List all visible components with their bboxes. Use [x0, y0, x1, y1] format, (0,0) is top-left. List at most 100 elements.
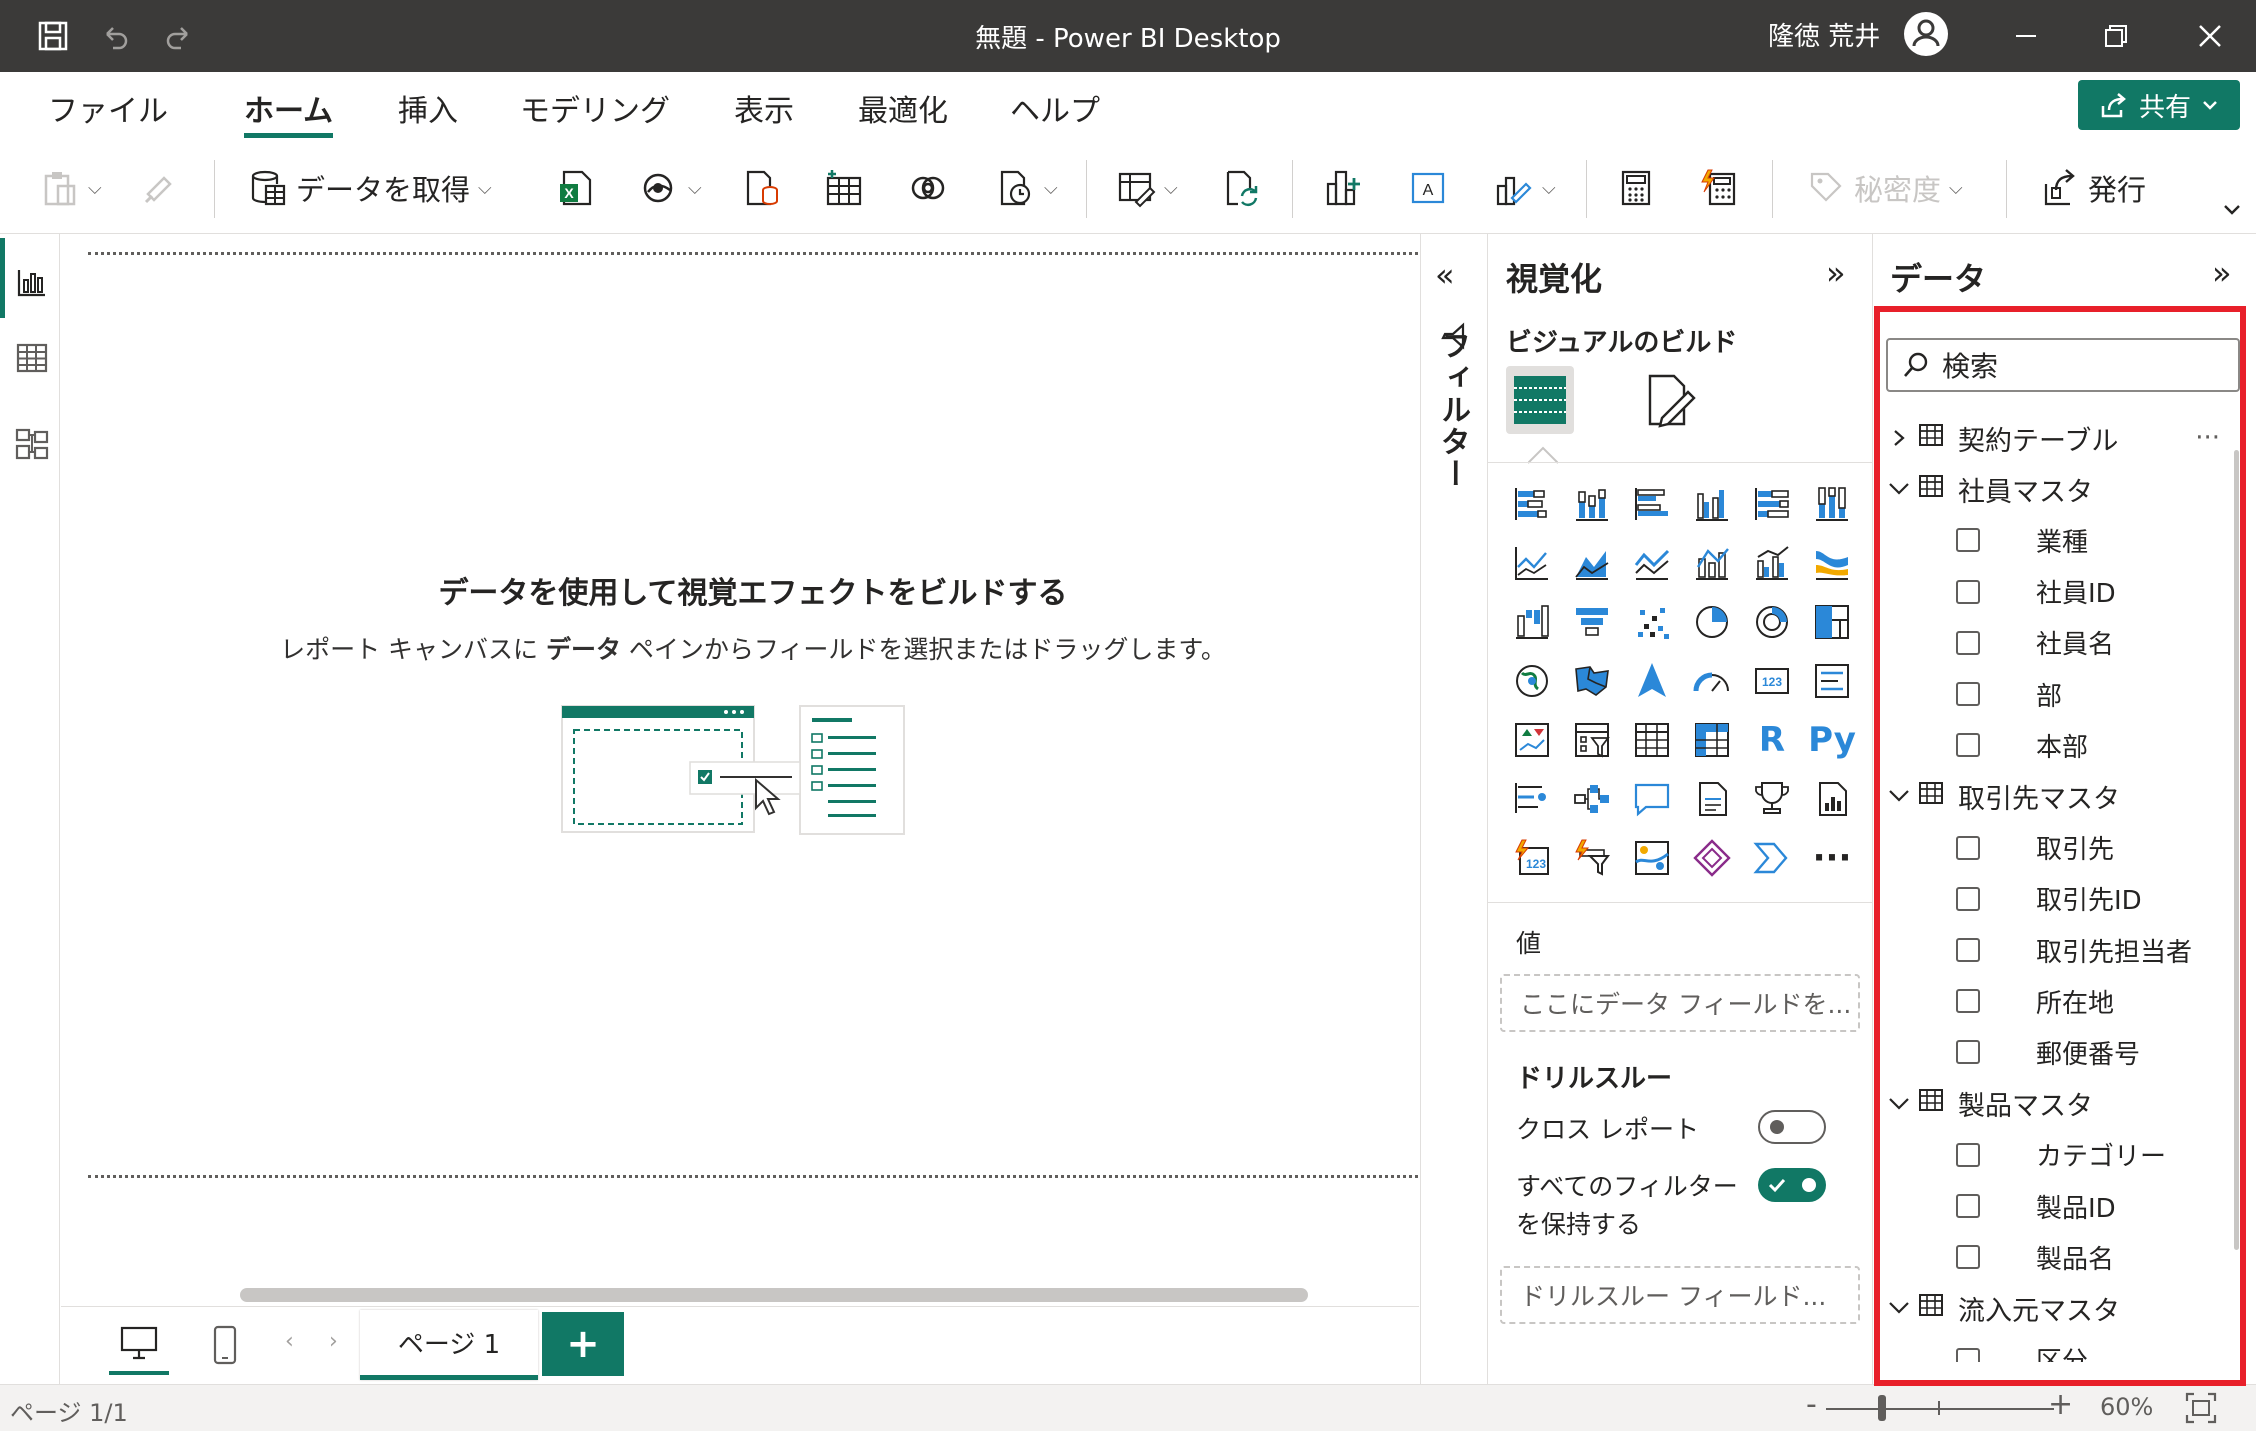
field-item[interactable]: 区分: [1886, 1340, 2226, 1362]
collapse-data-icon[interactable]: »: [2212, 254, 2232, 292]
format-visual-tab[interactable]: [1640, 370, 1700, 430]
filled-map-icon[interactable]: [1568, 657, 1616, 705]
donut-icon[interactable]: [1748, 598, 1796, 646]
chevron-visual-icon[interactable]: [1748, 834, 1796, 882]
pie-icon[interactable]: [1688, 598, 1736, 646]
text-box-button[interactable]: A: [1408, 162, 1448, 214]
azure-map-icon[interactable]: [1628, 657, 1676, 705]
diamond-visual-icon[interactable]: [1688, 834, 1736, 882]
field-item[interactable]: 部: [1886, 674, 2226, 714]
field-checkbox[interactable]: [1956, 733, 1980, 758]
field-item[interactable]: 取引先: [1886, 828, 2226, 868]
tab-insert[interactable]: 挿入: [398, 86, 458, 136]
page-prev-arrow-icon[interactable]: ‹: [285, 1329, 294, 1354]
table-icon[interactable]: [1628, 716, 1676, 764]
qa-icon[interactable]: [1628, 775, 1676, 823]
undo-icon[interactable]: [92, 14, 138, 58]
power-automate-icon[interactable]: [1568, 834, 1616, 882]
line-clustered-column-icon[interactable]: [1748, 539, 1796, 587]
share-button[interactable]: 共有: [2078, 80, 2240, 130]
field-checkbox[interactable]: [1956, 1347, 1980, 1362]
field-item[interactable]: 取引先ID: [1886, 879, 2226, 919]
line-chart-icon[interactable]: [1508, 539, 1556, 587]
avatar[interactable]: [1904, 12, 1948, 56]
paste-button[interactable]: ⌵: [40, 162, 102, 214]
clustered-column-icon[interactable]: [1688, 480, 1736, 528]
ribbon-chart-icon[interactable]: [1808, 539, 1856, 587]
matrix-icon[interactable]: [1688, 716, 1736, 764]
chevron-down-icon[interactable]: [1886, 1096, 1912, 1112]
field-checkbox[interactable]: [1956, 835, 1980, 860]
save-icon[interactable]: [30, 14, 76, 58]
new-measure-button[interactable]: [1616, 162, 1656, 214]
format-painter-button[interactable]: [140, 162, 180, 214]
drillthrough-dropzone[interactable]: ドリルスルー フィールド...: [1500, 1266, 1860, 1324]
minimize-button[interactable]: [1996, 10, 2056, 62]
chevron-down-icon[interactable]: [1886, 788, 1912, 804]
more-visuals-button[interactable]: ⌵: [1494, 162, 1556, 214]
line-column-icon[interactable]: [1688, 539, 1736, 587]
tab-view[interactable]: 表示: [734, 86, 794, 136]
more-visuals-icon[interactable]: ···: [1808, 834, 1856, 882]
add-page-button[interactable]: +: [542, 1312, 624, 1376]
refresh-button[interactable]: [1222, 162, 1262, 214]
paginated-report-icon[interactable]: [1808, 775, 1856, 823]
new-visual-button[interactable]: [1324, 162, 1364, 214]
field-checkbox[interactable]: [1956, 989, 1980, 1014]
field-checkbox[interactable]: [1956, 1040, 1980, 1065]
power-apps-icon[interactable]: 123: [1508, 834, 1556, 882]
waterfall-icon[interactable]: [1508, 598, 1556, 646]
quick-measure-button[interactable]: [1698, 162, 1738, 214]
kpi-icon[interactable]: [1508, 716, 1556, 764]
more-options-icon[interactable]: ···: [2195, 423, 2220, 453]
chevron-down-icon[interactable]: [1886, 1300, 1912, 1316]
tab-file[interactable]: ファイル: [48, 86, 168, 136]
data-pane-scrollbar[interactable]: [2234, 450, 2239, 1250]
field-checkbox[interactable]: [1956, 938, 1980, 962]
stacked-column-icon[interactable]: [1568, 480, 1616, 528]
stacked-bar-icon[interactable]: [1508, 480, 1556, 528]
table-node[interactable]: 契約テーブル ···: [1886, 418, 2226, 458]
decomposition-tree-icon[interactable]: [1568, 775, 1616, 823]
onelake-button[interactable]: ⌵: [640, 162, 702, 214]
clustered-bar-icon[interactable]: [1628, 480, 1676, 528]
arcgis-icon[interactable]: [1628, 834, 1676, 882]
enter-data-button[interactable]: [824, 162, 864, 214]
map-icon[interactable]: [1508, 657, 1556, 705]
field-item[interactable]: 取引先担当者: [1886, 930, 2226, 970]
mobile-layout-button[interactable]: [195, 1315, 255, 1375]
chevron-down-icon[interactable]: [1886, 481, 1912, 497]
field-item[interactable]: 所在地: [1886, 981, 2226, 1021]
field-checkbox[interactable]: [1956, 1245, 1980, 1270]
publish-button[interactable]: 発行: [2040, 162, 2146, 214]
desktop-layout-button[interactable]: [109, 1315, 169, 1375]
field-checkbox[interactable]: [1956, 1142, 1980, 1167]
zoom-slider[interactable]: [1826, 1408, 2054, 1410]
tab-help[interactable]: ヘルプ: [1010, 86, 1100, 136]
model-view-button[interactable]: [8, 420, 56, 468]
field-item[interactable]: 業種: [1886, 520, 2226, 560]
table-node[interactable]: 製品マスタ: [1886, 1084, 2226, 1124]
report-view-button[interactable]: [8, 258, 56, 306]
slicer-icon[interactable]: [1568, 716, 1616, 764]
fit-to-page-icon[interactable]: [2184, 1391, 2218, 1425]
card-icon[interactable]: 123: [1748, 657, 1796, 705]
r-visual-icon[interactable]: R: [1748, 716, 1796, 764]
data-search-input[interactable]: 検索: [1886, 338, 2240, 392]
field-item[interactable]: カテゴリー: [1886, 1135, 2226, 1175]
recent-sources-button[interactable]: ⌵: [996, 162, 1058, 214]
zoom-slider-thumb[interactable]: [1878, 1395, 1886, 1421]
field-item[interactable]: 社員ID: [1886, 572, 2226, 612]
build-visual-tab[interactable]: [1506, 366, 1574, 434]
canvas-horizontal-scrollbar[interactable]: [240, 1288, 1308, 1302]
field-item[interactable]: 本部: [1886, 725, 2226, 765]
table-node[interactable]: 流入元マスタ: [1886, 1288, 2226, 1328]
get-data-button[interactable]: データを取得 ⌵: [248, 162, 492, 214]
field-item[interactable]: 郵便番号: [1886, 1032, 2226, 1072]
sql-server-button[interactable]: [742, 162, 782, 214]
keep-filters-toggle[interactable]: [1758, 1168, 1826, 1202]
gauge-icon[interactable]: [1688, 657, 1736, 705]
field-checkbox[interactable]: [1956, 630, 1980, 655]
field-item[interactable]: 製品ID: [1886, 1186, 2226, 1226]
zoom-in-button[interactable]: +: [2048, 1387, 2073, 1422]
